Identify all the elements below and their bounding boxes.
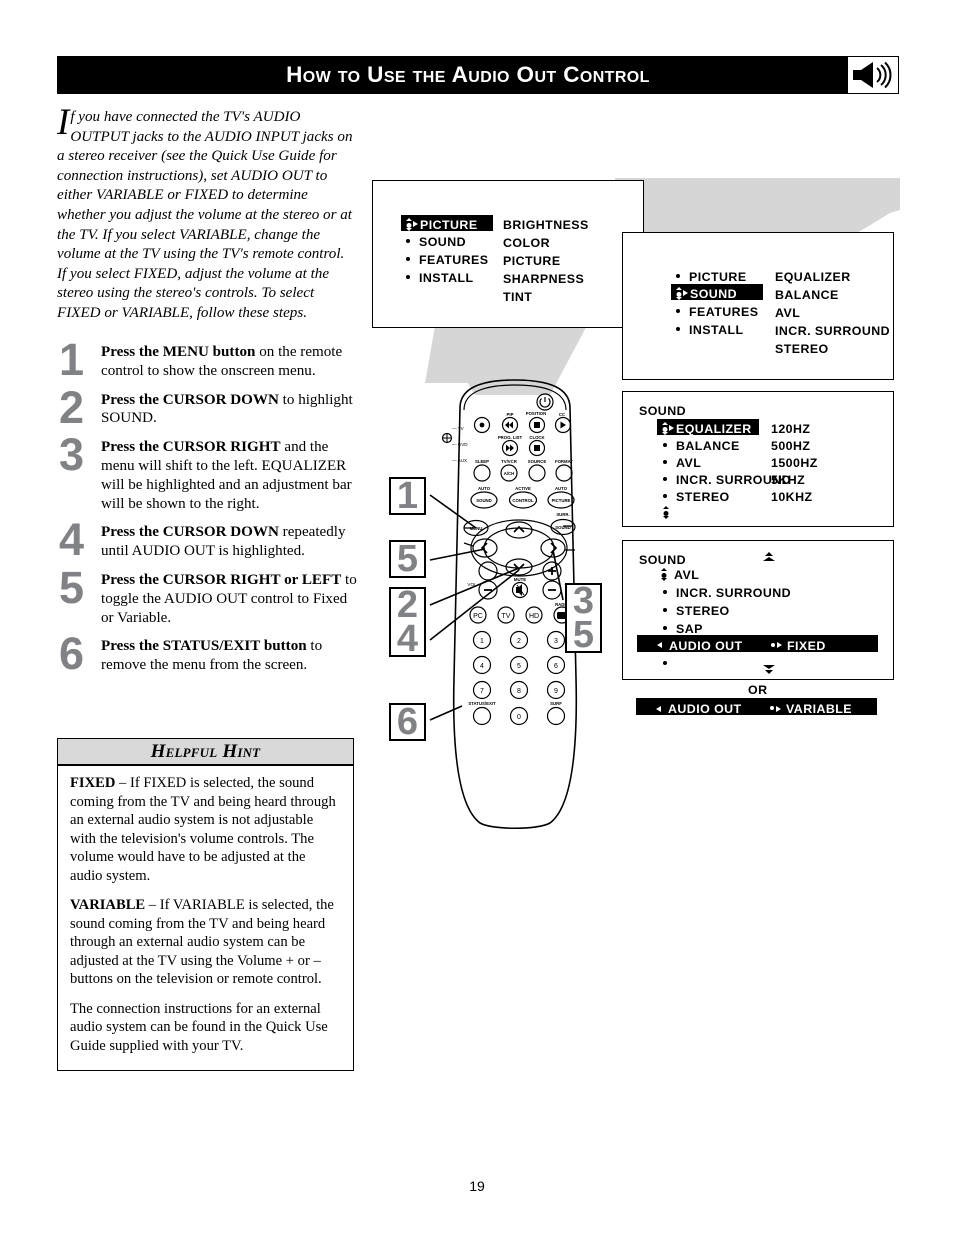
callout-number: 3 xyxy=(572,580,595,622)
diagram-area: PICTURE SOUND FEATURES INSTALL BRIGHTNES… xyxy=(0,0,954,1235)
callout-3-5: 3 5 xyxy=(565,580,602,656)
callout-2-4: 2 4 xyxy=(389,584,426,660)
callout-number: 4 xyxy=(396,618,419,660)
callout-number: 5 xyxy=(572,614,595,656)
callout-number: 2 xyxy=(396,584,419,626)
callout-1: 1 xyxy=(389,477,426,515)
callout-5-left: 5 xyxy=(389,540,426,578)
callout-number: 1 xyxy=(396,475,419,517)
callout-number: 6 xyxy=(396,701,419,743)
callout-number: 5 xyxy=(396,538,419,580)
callout-leader-lines xyxy=(429,494,564,721)
callout-6: 6 xyxy=(389,703,426,741)
